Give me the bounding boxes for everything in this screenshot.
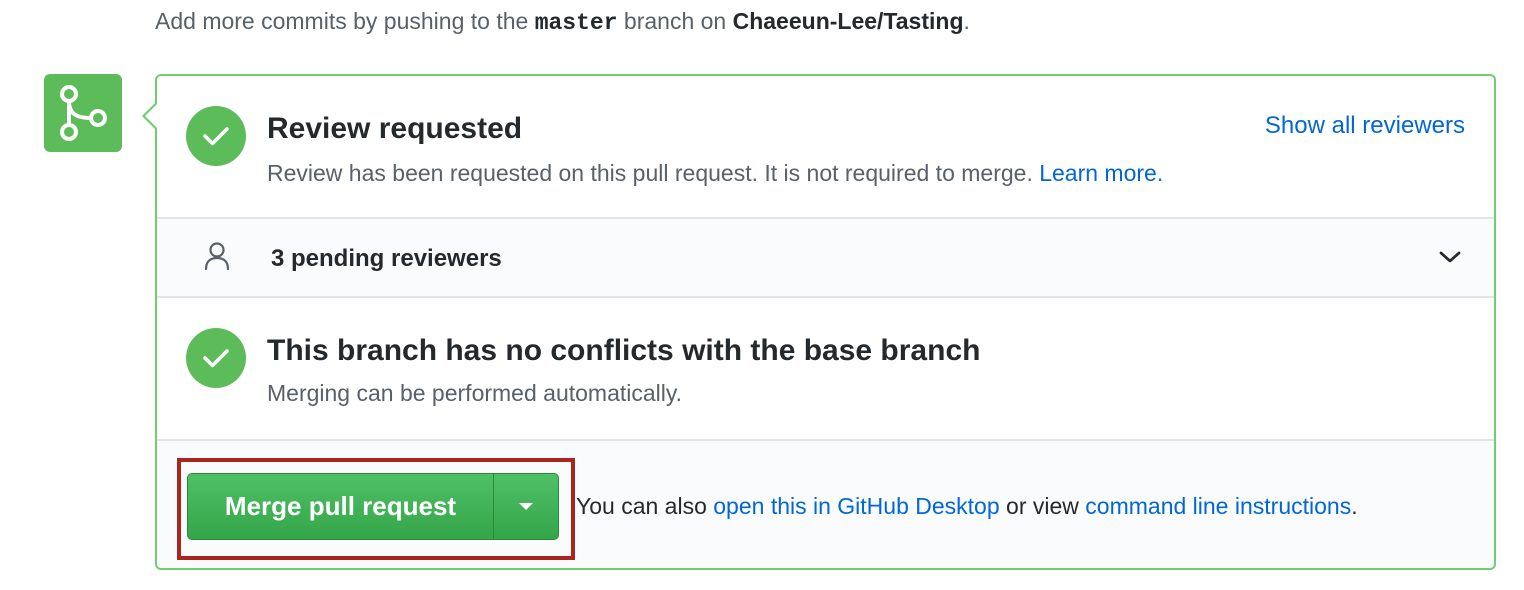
git-merge-icon (44, 74, 122, 152)
check-icon (186, 328, 246, 388)
review-description-text: Review has been requested on this pull r… (267, 160, 1040, 186)
merge-help-text: You can also open this in GitHub Desktop… (576, 493, 1358, 520)
pending-reviewers-row[interactable]: 3 pending reviewers (157, 219, 1494, 298)
github-desktop-link[interactable]: open this in GitHub Desktop (713, 493, 999, 519)
box-pointer-fill (145, 104, 157, 128)
push-hint-prefix: Add more commits by pushing to the (155, 8, 535, 34)
person-icon (202, 241, 232, 276)
merge-button-group: Merge pull request (187, 473, 559, 540)
branch-name: master (534, 10, 618, 36)
merge-help-middle: or view (999, 493, 1086, 519)
merge-pull-request-button[interactable]: Merge pull request (188, 474, 494, 539)
review-description: Review has been requested on this pull r… (267, 160, 1163, 187)
merge-help-suffix: . (1351, 493, 1358, 519)
show-all-reviewers-link[interactable]: Show all reviewers (1265, 112, 1465, 140)
chevron-down-icon[interactable] (1438, 249, 1462, 270)
repo-name: Chaeeun-Lee/Tasting (732, 8, 964, 34)
review-requested-section: Review requested Review has been request… (157, 76, 1494, 219)
push-hint-middle: branch on (617, 8, 733, 34)
merge-panel-root: Add more commits by pushing to the maste… (0, 0, 1524, 590)
pending-reviewers-label: 3 pending reviewers (271, 245, 502, 272)
check-icon (186, 106, 246, 166)
merge-status-box: Review requested Review has been request… (142, 74, 1496, 570)
push-hint: Add more commits by pushing to the maste… (155, 8, 970, 36)
merge-method-dropdown-button[interactable] (494, 474, 558, 539)
no-conflicts-description: Merging can be performed automatically. (267, 380, 683, 406)
command-line-instructions-link[interactable]: command line instructions (1085, 493, 1351, 519)
triangle-down-icon (519, 503, 533, 510)
push-hint-suffix: . (963, 8, 970, 34)
merge-help-prefix: You can also (576, 493, 714, 519)
learn-more-link[interactable]: Learn more. (1039, 160, 1163, 186)
merge-action-section: Merge pull request You can also open thi… (157, 441, 1494, 568)
no-conflicts-section: This branch has no conflicts with the ba… (157, 298, 1494, 441)
no-conflicts-title: This branch has no conflicts with the ba… (267, 334, 981, 367)
review-title: Review requested (267, 112, 523, 145)
